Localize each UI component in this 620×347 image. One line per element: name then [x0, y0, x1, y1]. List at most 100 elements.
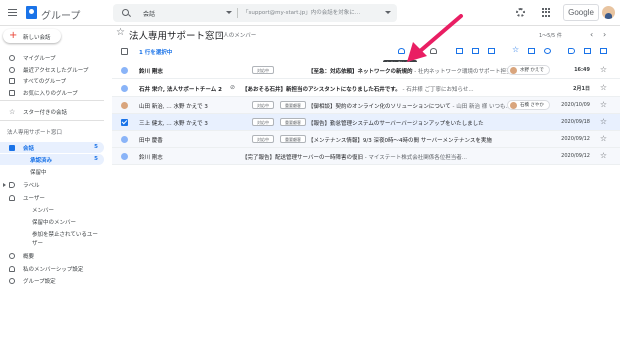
status-badge: 重要顧客: [280, 101, 306, 109]
row-date: 2020/09/12: [561, 153, 590, 159]
sidebar-item-approved[interactable]: 承認済み 5: [0, 154, 104, 165]
account-avatar[interactable]: [602, 6, 615, 19]
row-subject: 【報告】勤怠管理システムのサーバーバージョンアップをいたしました: [308, 121, 484, 127]
table-row[interactable]: 三上 健太, … 水野 かえで 3 対応中 重要顧客 【報告】勤怠管理システムの…: [112, 114, 620, 131]
status-badge: 対応中: [252, 66, 274, 74]
table-row[interactable]: 田中 慶香 対応中 重要顧客 【メンテナンス情報】9/3 深夜0時～4時の間 サ…: [112, 131, 620, 148]
sidebar-item-banned-users-cont[interactable]: ザー: [0, 237, 104, 248]
conversation-count: 5: [94, 144, 98, 150]
apps-grid-icon[interactable]: [542, 8, 551, 17]
search-input[interactable]: [243, 7, 383, 19]
sidebar-item-favorite-groups[interactable]: お気に入りのグループ: [0, 87, 104, 98]
sidebar-item-all-groups[interactable]: すべてのグループ: [0, 75, 104, 86]
status-badge: 対応中: [252, 101, 274, 109]
next-page-icon[interactable]: ›: [603, 30, 606, 39]
prev-page-icon[interactable]: ‹: [590, 30, 593, 39]
sidebar-item-my-groups[interactable]: マイグループ: [0, 52, 104, 63]
table-row[interactable]: 鈴川 剛志 対応中 【至急：対応依頼】ネットワークの新規的 - 社内ネットワーク…: [112, 62, 620, 79]
sidebar-item-pending-members[interactable]: 保留中のメンバー: [0, 216, 104, 227]
avatar[interactable]: [121, 85, 128, 92]
row-date: 2020/09/12: [561, 136, 590, 142]
sidebar-item-starred[interactable]: ☆ スター付きの会話: [0, 106, 104, 117]
chevron-down-icon[interactable]: [226, 11, 232, 14]
assign-to-me-icon[interactable]: [398, 48, 405, 54]
row-date: 2月1日: [573, 86, 590, 92]
row-star-icon[interactable]: ☆: [600, 134, 607, 143]
conversation-toolbar: 1 行を選択中 ☆: [112, 44, 620, 58]
sidebar-item-label: ザー: [32, 241, 44, 247]
sidebar-item-about[interactable]: 概要: [0, 250, 104, 261]
sidebar-item-members[interactable]: メンバー: [0, 204, 104, 215]
list-icon: [9, 78, 15, 84]
search-icon[interactable]: [122, 9, 129, 16]
status-badge: 対応中: [252, 118, 274, 126]
status-badge: 重要顧客: [280, 135, 306, 143]
sidebar-item-conversations[interactable]: 会話 5: [0, 142, 104, 153]
main-menu-icon[interactable]: [8, 9, 17, 16]
sidebar-item-label: マイグループ: [23, 56, 56, 62]
delete-icon[interactable]: [584, 48, 591, 54]
sidebar-item-pending[interactable]: 保留中: [0, 166, 104, 177]
row-star-icon[interactable]: ☆: [600, 151, 607, 160]
selection-count: 1 行を選択中: [139, 50, 173, 56]
sidebar-item-label: ユーザー: [23, 196, 45, 202]
no-action-icon[interactable]: [488, 48, 495, 54]
row-checkbox[interactable]: [121, 119, 128, 126]
sidebar-item-label: 会話: [23, 146, 35, 152]
sidebar-item-group-settings[interactable]: グループ設定: [0, 275, 104, 286]
row-subject: 【完了報告】配送管理サーバーの一時障害の復旧 - マイステート株式会社関係各位担…: [242, 155, 468, 161]
sidebar-item-recent-groups[interactable]: 最近アクセスしたグループ: [0, 64, 104, 75]
star-icon[interactable]: ☆: [512, 45, 519, 54]
sidebar-divider: [0, 120, 104, 121]
home-icon: [9, 55, 15, 61]
group-star-icon[interactable]: ☆: [116, 27, 125, 38]
search-bar[interactable]: 会話: [113, 4, 397, 22]
row-star-icon[interactable]: ☆: [600, 83, 607, 92]
row-sender: 三上 健太, … 水野 かえで 3: [139, 121, 208, 127]
search-scope-select[interactable]: 会話: [143, 9, 155, 18]
app-title: グループ: [41, 11, 81, 22]
row-star-icon[interactable]: ☆: [600, 65, 607, 74]
row-star-icon[interactable]: ☆: [600, 117, 607, 126]
search-options-icon[interactable]: [385, 11, 391, 14]
sidebar-item-membership-settings[interactable]: 私のメンバーシップ設定: [0, 263, 104, 274]
avatar[interactable]: [121, 136, 128, 143]
label-icon[interactable]: [568, 48, 575, 54]
google-logo: Google: [563, 4, 599, 21]
groups-logo-icon: [26, 6, 37, 19]
settings-gear-icon[interactable]: [516, 8, 525, 17]
sidebar-item-label: 私のメンバーシップ設定: [23, 267, 84, 273]
row-star-icon[interactable]: ☆: [600, 100, 607, 109]
table-row[interactable]: 石井 栄介, 法人サポートチーム 2 ⊘ 【あおそる石井】新担当のアシスタントに…: [112, 80, 620, 97]
bookmark-icon: [9, 90, 15, 96]
star-icon: ☆: [9, 108, 16, 116]
sidebar-item-users[interactable]: ユーザー: [0, 192, 104, 203]
avatar[interactable]: [121, 153, 128, 160]
lock-icon[interactable]: [600, 48, 607, 54]
mail-icon[interactable]: [528, 48, 535, 54]
row-sender: 山田 新治, … 水野 かえで 3: [139, 104, 208, 110]
table-row[interactable]: 山田 新治, … 水野 かえで 3 対応中 重要顧客 【御相談】契約のオンライン…: [112, 97, 620, 114]
status-badge: 対応中: [252, 135, 274, 143]
row-subject: 【メンテナンス情報】9/3 深夜0時～4時の間 サーバーメンテナンスを実施: [308, 138, 492, 144]
search-divider: [237, 8, 238, 18]
row-sender: 田中 慶香: [139, 138, 163, 144]
select-all-checkbox[interactable]: [121, 48, 128, 55]
new-conversation-button[interactable]: + 新しい会話: [3, 29, 61, 43]
annotation-arrow-icon: [407, 14, 463, 62]
sidebar-item-labels[interactable]: ラベル: [0, 179, 104, 190]
sidebar-item-label: 概要: [23, 254, 35, 260]
avatar[interactable]: [121, 67, 128, 74]
row-sender: 鈴川 剛志: [139, 155, 163, 161]
sidebar-item-label: すべてのグループ: [23, 79, 67, 85]
assignee-chip[interactable]: 水野 かえで: [507, 65, 550, 75]
clock-icon[interactable]: [544, 48, 551, 54]
expand-caret-icon[interactable]: [3, 183, 6, 187]
avatar[interactable]: [121, 102, 128, 109]
sidebar-item-label: 最近アクセスしたグループ: [23, 68, 89, 74]
pagination-text: 1～5/5 件: [539, 33, 562, 39]
table-row[interactable]: 鈴川 剛志 【完了報告】配送管理サーバーの一時障害の復旧 - マイステート株式会…: [112, 148, 620, 165]
member-count[interactable]: 9 人のメンバー: [218, 31, 256, 39]
gear-icon: [9, 278, 15, 284]
assignee-chip[interactable]: 石橋 さやか: [507, 100, 550, 110]
